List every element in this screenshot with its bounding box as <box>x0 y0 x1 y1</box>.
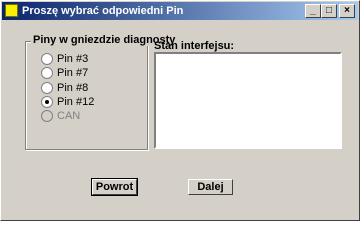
radio-label: Pin #8 <box>57 81 89 94</box>
close-button[interactable]: × <box>339 4 355 18</box>
radio-pin-12[interactable]: Pin #12 <box>41 95 94 108</box>
interface-status-textarea[interactable] <box>154 52 342 149</box>
dialog-window: Proszę wybrać odpowiedni Pin _ □ × Piny … <box>0 0 360 221</box>
radio-button-checked-icon[interactable] <box>41 95 53 108</box>
radio-label: Pin #7 <box>57 66 89 79</box>
radio-button-disabled-icon <box>41 109 53 122</box>
radio-button-icon[interactable] <box>41 52 53 65</box>
app-icon <box>5 4 18 17</box>
radio-button-icon[interactable] <box>41 81 53 94</box>
title-bar[interactable]: Proszę wybrać odpowiedni Pin _ □ × <box>2 2 358 20</box>
window-title: Proszę wybrać odpowiedni Pin <box>22 5 184 17</box>
radio-pin-8[interactable]: Pin #8 <box>41 81 88 94</box>
interface-status-label: Stan interfejsu: <box>154 40 235 52</box>
radio-label: Pin #12 <box>57 95 95 108</box>
radio-button-icon[interactable] <box>41 66 53 79</box>
radio-label: Pin #3 <box>57 52 89 65</box>
radio-label: CAN <box>57 109 81 122</box>
minimize-button[interactable]: _ <box>305 4 321 18</box>
back-button[interactable]: Powrot <box>91 178 138 196</box>
radio-can: CAN <box>41 109 80 122</box>
next-button[interactable]: Dalej <box>188 179 233 195</box>
maximize-button[interactable]: □ <box>321 4 337 18</box>
radio-pin-3[interactable]: Pin #3 <box>41 52 88 65</box>
radio-pin-7[interactable]: Pin #7 <box>41 66 88 79</box>
